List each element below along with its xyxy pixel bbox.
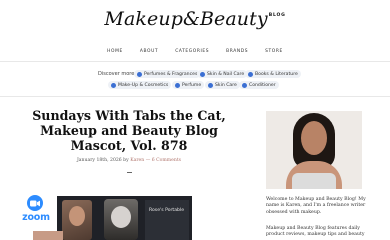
discover-link-conditioner[interactable]: Conditioner	[239, 81, 279, 89]
discover-link-perfumes-fragrances[interactable]: Perfumes & Fragrances	[134, 70, 201, 78]
article-date: January 18th, 2026 by	[76, 158, 129, 163]
search-icon	[111, 82, 116, 88]
discover-link-books-literature[interactable]: Books & Literature	[245, 70, 301, 78]
discover-link-perfume[interactable]: Perfume	[172, 81, 205, 89]
video-image-edge	[33, 231, 63, 240]
participant-tile-cat	[104, 199, 138, 240]
discover-more-bar: Discover more Perfumes & Fragrances Skin…	[0, 66, 390, 94]
nav-item-store[interactable]: STORE	[265, 49, 283, 54]
site-logo[interactable]: Makeup&BeautyBLOG	[0, 8, 390, 30]
nav-item-about[interactable]: ABOUT	[140, 49, 158, 54]
discover-link-skin-nail-care[interactable]: Skin & Nail Care	[197, 70, 248, 78]
article-meta: January 18th, 2026 by Karen — 6 Comments	[20, 158, 238, 163]
participant-tile-woman	[62, 200, 92, 240]
meta-divider	[127, 172, 132, 173]
zoom-wordmark: zoom	[22, 212, 50, 223]
header-divider	[0, 61, 390, 62]
sidebar-intro: Welcome to Makeup and Beauty Blog! My na…	[266, 197, 366, 215]
logo-blog-suffix: BLOG	[268, 13, 286, 18]
author-photo	[266, 111, 362, 189]
article-comments-link[interactable]: 6 Comments	[152, 158, 181, 163]
main-nav: HOME ABOUT CATEGORIES BRANDS STORE	[0, 49, 390, 54]
search-icon	[137, 71, 142, 77]
video-camera-icon	[27, 195, 43, 211]
search-icon	[208, 82, 213, 88]
participant-tile-portable	[145, 200, 189, 240]
nav-item-categories[interactable]: CATEGORIES	[175, 49, 209, 54]
zoom-badge[interactable]: zoom	[17, 192, 55, 227]
article-author-link[interactable]: Karen	[130, 158, 144, 163]
article-title[interactable]: Sundays With Tabs the Cat, Makeup and Be…	[20, 108, 238, 153]
search-icon	[242, 82, 247, 88]
article-separator: —	[145, 158, 151, 163]
nav-item-brands[interactable]: BRANDS	[226, 49, 248, 54]
discover-label: Discover more	[98, 71, 135, 77]
logo-text: Makeup&Beauty	[104, 8, 268, 30]
search-icon	[175, 82, 180, 88]
discover-link-makeup-cosmetics[interactable]: Make-Up & Cosmetics	[108, 81, 172, 89]
search-icon	[248, 71, 253, 77]
discover-divider	[0, 96, 390, 97]
video-call-image: Rose's Portable	[57, 196, 192, 240]
participant-name: Rose's Portable	[149, 208, 185, 213]
sidebar-features: Makeup and Beauty Blog features daily pr…	[266, 226, 365, 238]
nav-item-home[interactable]: HOME	[107, 49, 123, 54]
discover-link-skin-care[interactable]: Skin Care	[205, 81, 240, 89]
search-icon	[200, 71, 205, 77]
